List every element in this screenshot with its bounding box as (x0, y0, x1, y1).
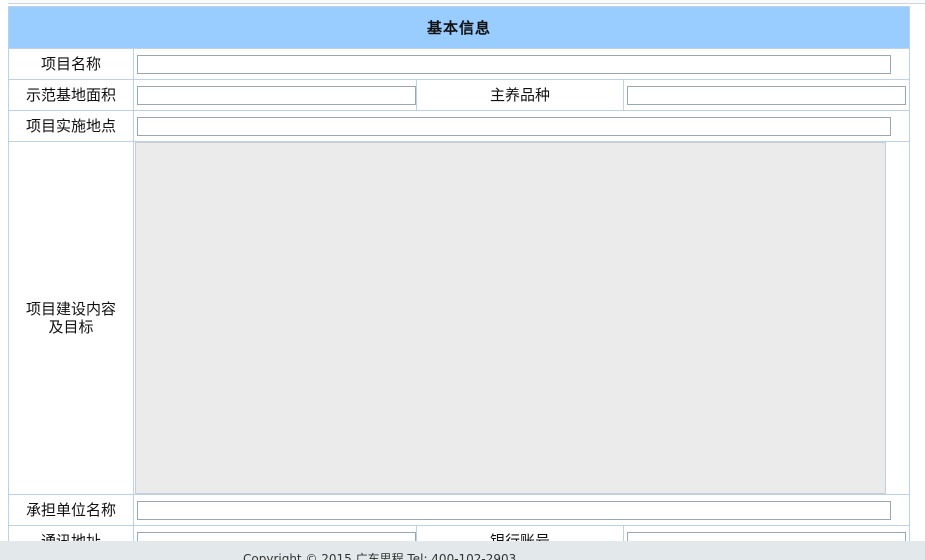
basic-info-form: 基本信息 项目名称 示范基地面积 主养品种 项目实施地点 项目建设内容及目标 承… (7, 6, 911, 557)
project-name-label: 项目名称 (8, 48, 134, 80)
project-content-label: 项目建设内容及目标 (8, 141, 134, 495)
top-divider (8, 0, 925, 4)
form-row-unit: 承担单位名称 (8, 494, 911, 526)
footer-bar: Copyright © 2015 广东思程 Tel: 400-102-2903 (0, 541, 925, 560)
form-row-project-name: 项目名称 (8, 48, 911, 80)
form-row-location: 项目实施地点 (8, 110, 911, 142)
section-title: 基本信息 (7, 6, 911, 49)
project-location-input[interactable] (137, 116, 891, 136)
demo-base-area-input[interactable] (137, 85, 416, 105)
form-row-content: 项目建设内容及目标 (8, 141, 911, 495)
main-breed-input[interactable] (627, 85, 906, 105)
project-location-label: 项目实施地点 (8, 110, 134, 142)
undertaking-unit-label: 承担单位名称 (8, 494, 134, 526)
undertaking-unit-input[interactable] (137, 500, 891, 520)
footer-copyright: Copyright © 2015 广东思程 Tel: 400-102-2903 (243, 552, 517, 560)
project-name-input[interactable] (137, 54, 891, 74)
demo-base-area-label: 示范基地面积 (8, 79, 134, 111)
project-content-textarea[interactable] (135, 142, 886, 494)
page: 基本信息 项目名称 示范基地面积 主养品种 项目实施地点 项目建设内容及目标 承… (0, 0, 925, 560)
main-breed-label: 主养品种 (416, 79, 624, 111)
form-row-area-breed: 示范基地面积 主养品种 (8, 79, 911, 111)
